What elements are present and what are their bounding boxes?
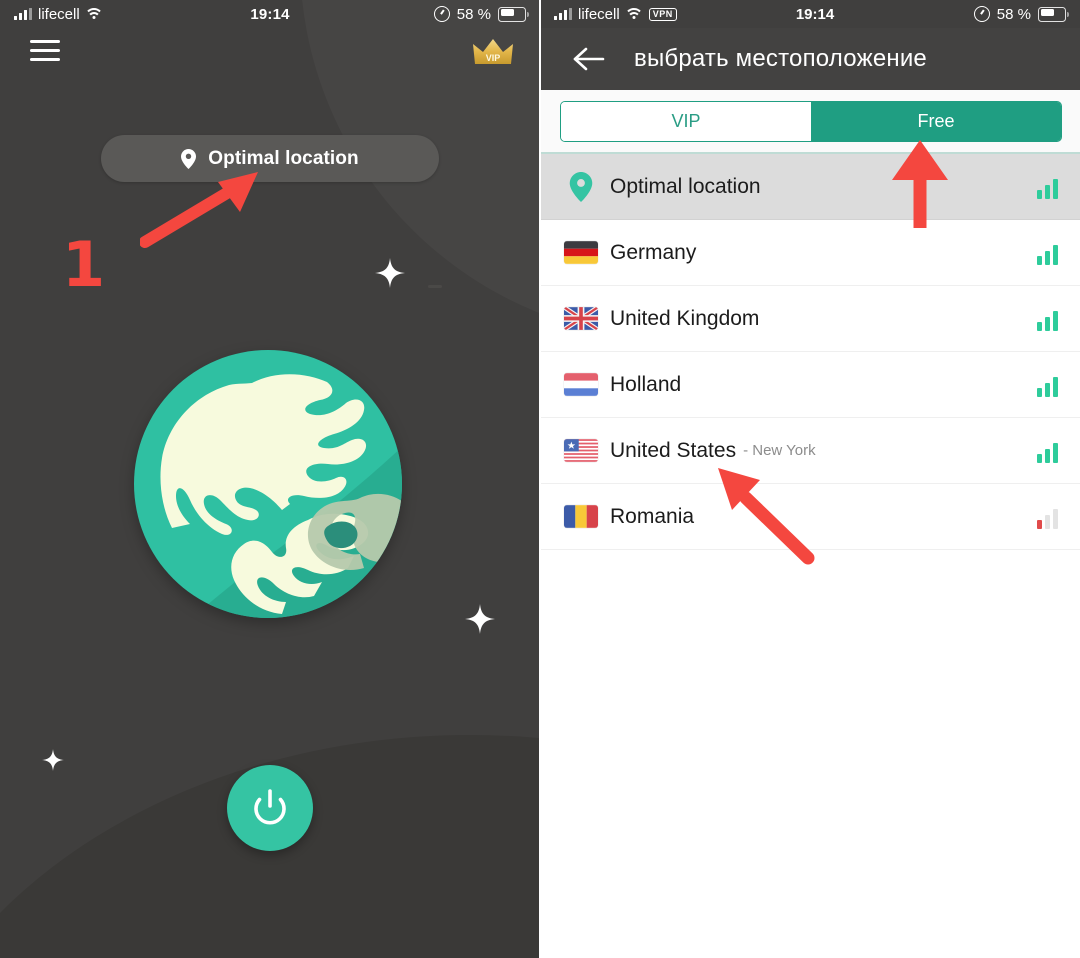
screen-divider bbox=[539, 0, 541, 958]
list-item-label: Holland bbox=[610, 372, 682, 396]
page-title: выбрать местоположение bbox=[634, 45, 927, 72]
location-list: Optimal location Germany United Kingdom … bbox=[540, 154, 1080, 550]
dual-phone-screenshot: lifecell 19:14 58 % VIP Optimal location… bbox=[0, 0, 1080, 958]
tab-vip[interactable]: VIP bbox=[561, 102, 811, 141]
carrier-name: lifecell bbox=[38, 5, 80, 23]
status-time: 19:14 bbox=[795, 5, 835, 23]
list-item-label: Romania bbox=[610, 504, 695, 528]
map-pin-icon bbox=[569, 171, 593, 202]
list-item-romania[interactable]: Romania bbox=[540, 484, 1080, 550]
flag-container bbox=[560, 373, 602, 396]
globe-illustration bbox=[134, 350, 402, 618]
arrow-left-icon bbox=[573, 47, 605, 71]
flag-container bbox=[560, 505, 602, 528]
sparkle-icon bbox=[465, 604, 495, 634]
map-pin-icon bbox=[181, 148, 197, 169]
optimal-location-button-label: Optimal location bbox=[208, 147, 359, 169]
signal-bars-icon bbox=[554, 8, 572, 20]
optimal-location-button[interactable]: Optimal location bbox=[101, 135, 439, 182]
page-header: выбрать местоположение bbox=[540, 28, 1080, 90]
tab-free[interactable]: Free bbox=[811, 102, 1061, 141]
list-item-holland[interactable]: Holland bbox=[540, 352, 1080, 418]
carrier-name: lifecell bbox=[578, 5, 620, 23]
tab-group: VIP Free bbox=[560, 101, 1062, 142]
status-right-group: 58 % bbox=[336, 6, 540, 23]
list-item-germany[interactable]: Germany bbox=[540, 220, 1080, 286]
flag-container bbox=[560, 307, 602, 330]
list-item-label: Optimal location bbox=[610, 174, 761, 198]
sparkle-icon bbox=[375, 258, 405, 288]
signal-strength-icon bbox=[1037, 443, 1058, 463]
list-item-sublabel: - New York bbox=[743, 442, 816, 459]
list-item-united-states[interactable]: United States - New York bbox=[540, 418, 1080, 484]
battery-icon bbox=[498, 6, 529, 22]
tabs-underline bbox=[540, 152, 1080, 154]
right-status-bar: lifecell VPN 19:14 58 % bbox=[540, 0, 1080, 28]
power-button[interactable] bbox=[227, 765, 313, 851]
orientation-lock-icon bbox=[973, 6, 990, 22]
list-item-label: Germany bbox=[610, 240, 697, 264]
signal-strength-icon bbox=[1037, 245, 1058, 265]
signal-strength-icon bbox=[1037, 377, 1058, 397]
status-left-group: lifecell bbox=[0, 6, 204, 23]
signal-strength-icon bbox=[1037, 311, 1058, 331]
left-nav-bar: VIP bbox=[0, 32, 540, 82]
orientation-lock-icon bbox=[433, 6, 450, 22]
battery-icon bbox=[1038, 6, 1069, 22]
battery-percent: 58 % bbox=[456, 5, 491, 23]
flag-container bbox=[560, 439, 602, 462]
left-phone-screen: lifecell 19:14 58 % VIP Optimal location… bbox=[0, 0, 540, 958]
crown-icon[interactable]: VIP bbox=[472, 37, 514, 67]
signal-bars-icon bbox=[14, 8, 32, 20]
list-item-optimal-location[interactable]: Optimal location bbox=[540, 154, 1080, 220]
svg-text:VIP: VIP bbox=[486, 53, 501, 63]
annotation-arrow-1 bbox=[140, 172, 258, 248]
hamburger-menu-icon[interactable] bbox=[30, 40, 60, 62]
flag-holland-icon bbox=[564, 373, 598, 396]
flag-germany-icon bbox=[564, 241, 598, 264]
flag-romania-icon bbox=[564, 505, 598, 528]
flag-container bbox=[560, 241, 602, 264]
list-item-united-kingdom[interactable]: United Kingdom bbox=[540, 286, 1080, 352]
wifi-icon bbox=[624, 7, 644, 21]
battery-percent: 58 % bbox=[996, 5, 1031, 23]
list-item-label: United Kingdom bbox=[610, 306, 760, 330]
left-status-bar: lifecell 19:14 58 % bbox=[0, 0, 540, 28]
right-phone-screen: lifecell VPN 19:14 58 % выбрать местопол… bbox=[540, 0, 1080, 958]
sparkle-icon bbox=[42, 749, 64, 771]
flag-container bbox=[560, 171, 602, 202]
list-item-label: United States bbox=[610, 438, 737, 462]
power-icon bbox=[254, 789, 286, 825]
flag-united-kingdom-icon bbox=[564, 307, 598, 330]
back-button[interactable] bbox=[562, 46, 616, 72]
flag-united-states-icon bbox=[564, 439, 598, 462]
vpn-badge-icon: VPN bbox=[648, 7, 677, 21]
status-time: 19:14 bbox=[250, 5, 290, 23]
annotation-number-1: 1 bbox=[62, 228, 106, 301]
status-right-group: 58 % bbox=[876, 6, 1080, 23]
signal-strength-icon bbox=[1037, 509, 1058, 529]
wifi-icon bbox=[84, 7, 104, 21]
tabs-container: VIP Free bbox=[540, 90, 1080, 152]
status-left-group: lifecell VPN bbox=[540, 6, 754, 23]
signal-strength-icon bbox=[1037, 179, 1058, 199]
decorative-dash bbox=[428, 285, 442, 288]
